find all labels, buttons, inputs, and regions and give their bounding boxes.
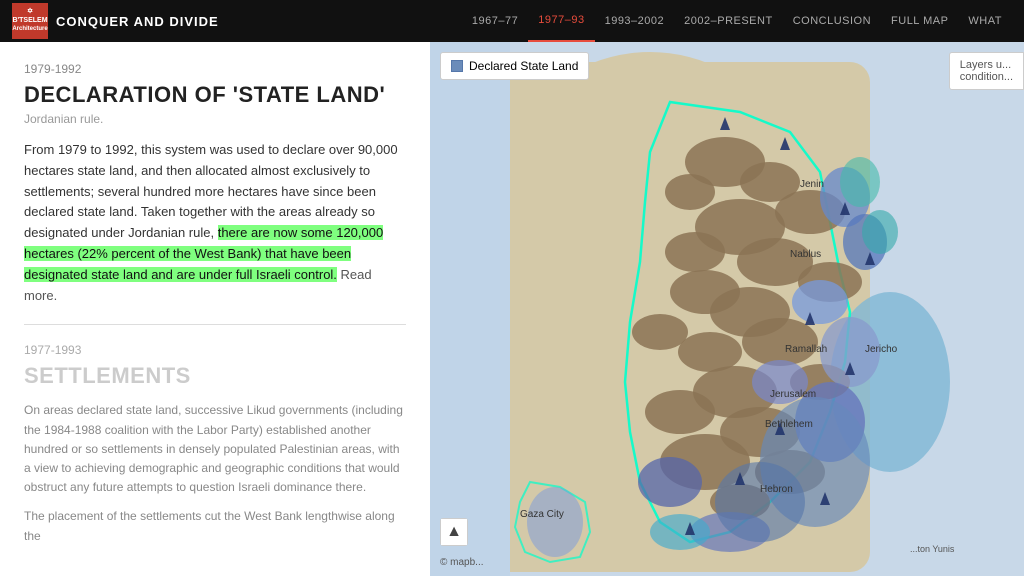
section-divider	[24, 324, 406, 325]
section1-title: DECLARATION OF 'STATE LAND'	[24, 82, 406, 108]
section2-year: 1977-1993	[24, 343, 406, 357]
map-attribution: © mapb...	[440, 557, 484, 568]
left-panel[interactable]: 1979-1992 DECLARATION OF 'STATE LAND' Jo…	[0, 42, 430, 576]
map-panel[interactable]: Declared State Land Layers u...condition…	[430, 42, 1024, 576]
nav-fullmap[interactable]: FULL MAP	[881, 0, 958, 42]
map-legend: Declared State Land	[440, 52, 589, 80]
svg-text:Gaza City: Gaza City	[520, 509, 564, 520]
section2-body2: The placement of the settlements cut the…	[24, 507, 406, 545]
svg-text:Nablus: Nablus	[790, 249, 821, 260]
section1-body: From 1979 to 1992, this system was used …	[24, 140, 406, 306]
zoom-in-button[interactable]: ▲	[441, 519, 467, 545]
site-title: CONQUER AND DIVIDE	[56, 14, 219, 29]
nav-what[interactable]: WHAT	[958, 0, 1012, 42]
logo-area: ✡B'TSELEMArchitecture CONQUER AND DIVIDE	[12, 3, 219, 39]
legend-label: Declared State Land	[469, 59, 578, 73]
svg-text:Jericho: Jericho	[865, 344, 898, 355]
svg-text:Jerusalem: Jerusalem	[770, 389, 816, 400]
attribution-text: © mapb...	[440, 557, 484, 568]
section1-year: 1979-1992	[24, 62, 406, 76]
header: ✡B'TSELEMArchitecture CONQUER AND DIVIDE…	[0, 0, 1024, 42]
nav-1977[interactable]: 1977–93	[528, 0, 594, 42]
nav-conclusion[interactable]: CONCLUSION	[783, 0, 881, 42]
section1: 1979-1992 DECLARATION OF 'STATE LAND' Jo…	[24, 62, 406, 306]
nav-1993[interactable]: 1993–2002	[595, 0, 675, 42]
layers-text: Layers u...condition...	[960, 59, 1013, 83]
main-content: 1979-1992 DECLARATION OF 'STATE LAND' Jo…	[0, 42, 1024, 576]
main-nav: 1967–77 1977–93 1993–2002 2002–PRESENT C…	[462, 0, 1012, 42]
nav-1967[interactable]: 1967–77	[462, 0, 528, 42]
section1-subtitle: Jordanian rule.	[24, 112, 406, 126]
section2-body: On areas declared state land, successive…	[24, 401, 406, 497]
legend-color-square	[451, 60, 463, 72]
nav-2002[interactable]: 2002–PRESENT	[674, 0, 783, 42]
section2-title: SETTLEMENTS	[24, 363, 406, 389]
svg-text:Ramallah: Ramallah	[785, 344, 827, 355]
svg-text:Bethlehem: Bethlehem	[765, 419, 813, 430]
layers-info: Layers u...condition...	[949, 52, 1024, 90]
section2: 1977-1993 SETTLEMENTS On areas declared …	[24, 343, 406, 545]
map-svg: Jenin Nablus Tel Aviv-Yafo Ramallah Jeri…	[430, 42, 1024, 576]
logo-icon: ✡B'TSELEMArchitecture	[12, 3, 48, 39]
svg-text:Jenin: Jenin	[800, 179, 824, 190]
zoom-control[interactable]: ▲	[440, 518, 468, 546]
svg-text:...ton Yunis: ...ton Yunis	[910, 544, 955, 554]
svg-text:Hebron: Hebron	[760, 484, 793, 495]
